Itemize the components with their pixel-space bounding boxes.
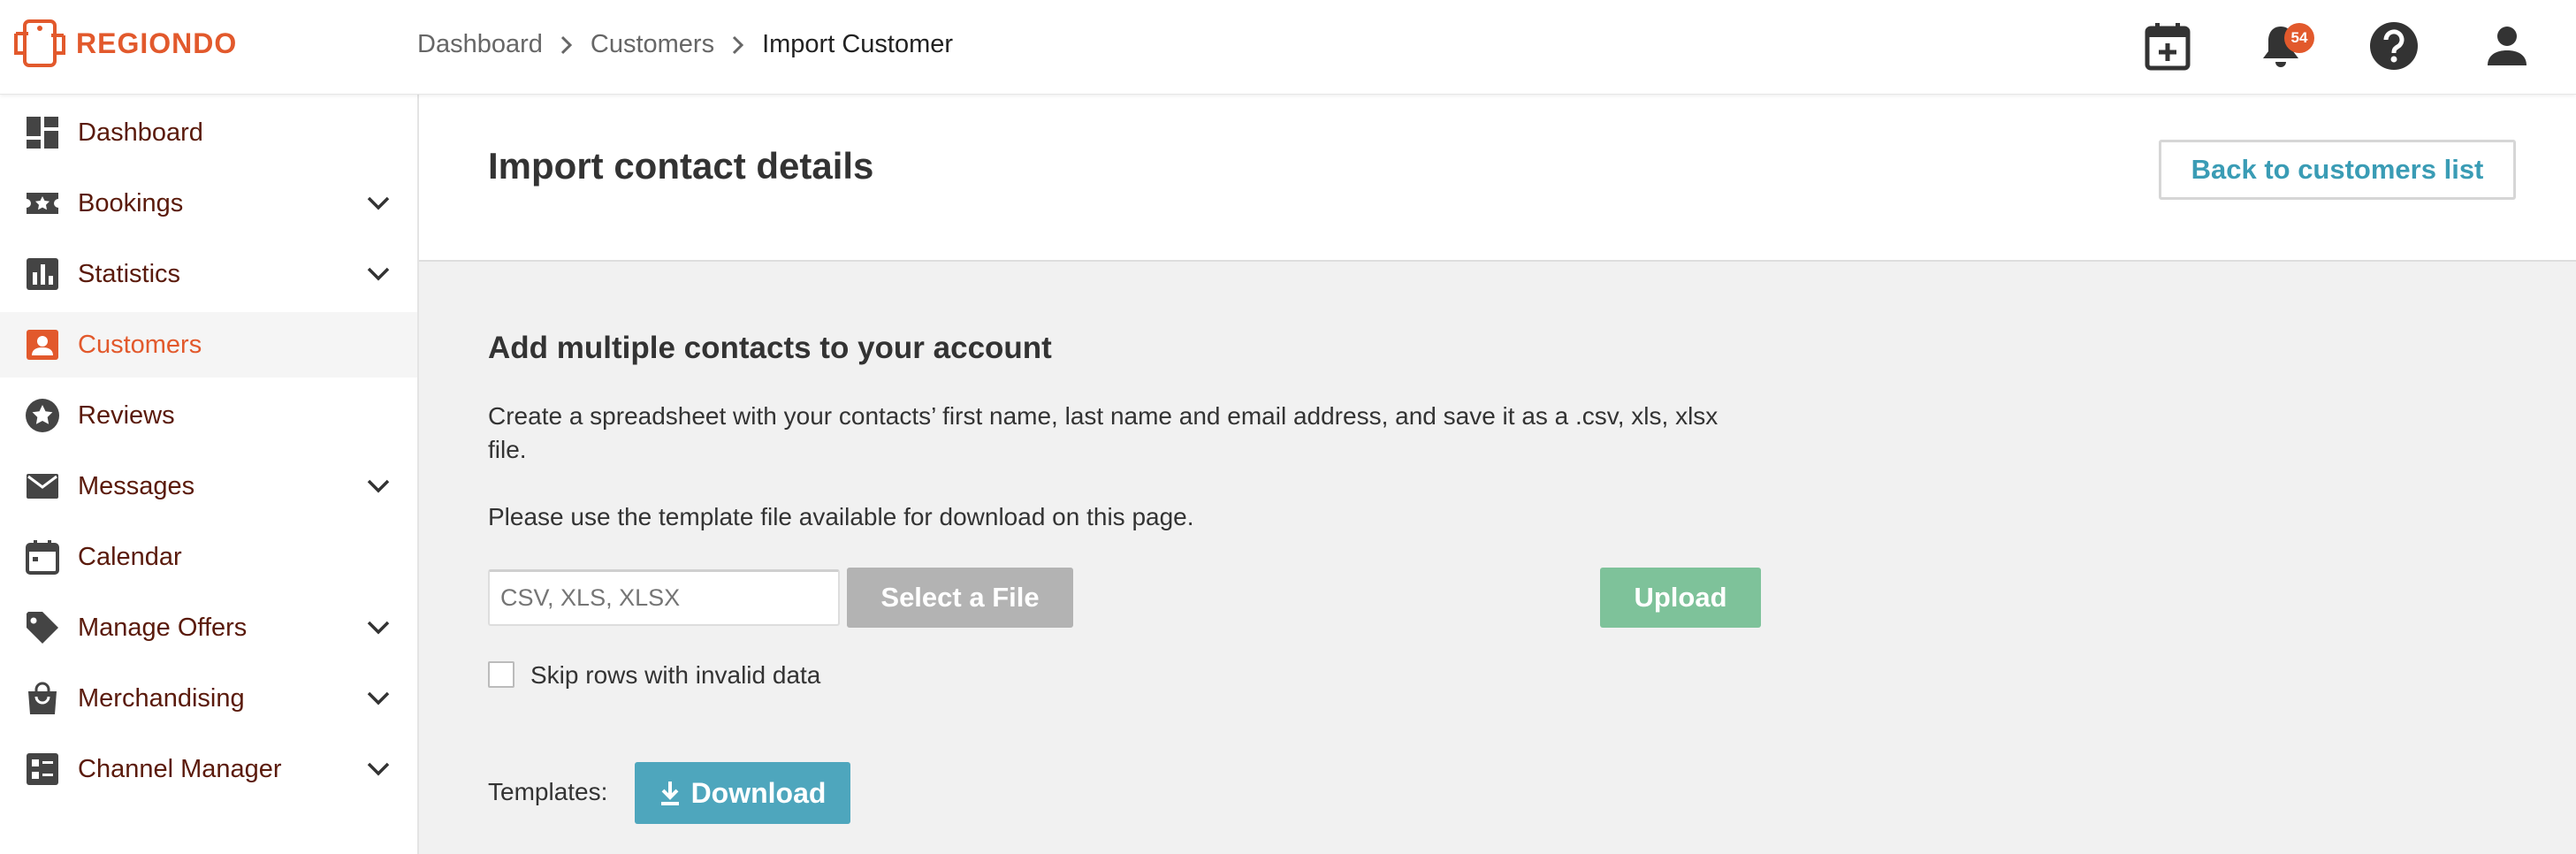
chevron-down-icon <box>367 267 390 281</box>
download-label: Download <box>690 776 827 809</box>
back-to-customers-button[interactable]: Back to customers list <box>2159 140 2516 200</box>
expand-toggle[interactable] <box>362 753 394 785</box>
sidebar-item-label: Messages <box>78 471 195 500</box>
breadcrumb-current: Import Customer <box>762 30 954 58</box>
contact-card-icon <box>23 325 62 364</box>
sidebar-item-reviews[interactable]: Reviews <box>0 383 417 448</box>
chevron-down-icon <box>367 621 390 635</box>
expand-toggle[interactable] <box>362 612 394 644</box>
user-menu-button[interactable] <box>2481 19 2534 72</box>
sidebar-item-dashboard[interactable]: Dashboard <box>0 100 417 165</box>
brand-logo[interactable]: REGIONDO <box>12 16 237 71</box>
section-title: Add multiple contacts to your account <box>488 331 1052 365</box>
sidebar-item-manage-offers[interactable]: Manage Offers <box>0 595 417 660</box>
sidebar-item-label: Channel Manager <box>78 754 282 783</box>
sidebar-item-customers[interactable]: Customers <box>0 312 417 377</box>
sidebar-item-calendar[interactable]: Calendar <box>0 524 417 590</box>
calendar-add-button[interactable] <box>2141 19 2194 72</box>
sidebar-item-bookings[interactable]: Bookings <box>0 171 417 236</box>
chevron-down-icon <box>367 762 390 776</box>
calendar-icon <box>23 538 62 576</box>
page-header: Import contact details Back to customers… <box>419 94 2576 262</box>
sidebar-item-label: Customers <box>78 330 202 359</box>
sidebar-item-label: Manage Offers <box>78 613 248 642</box>
chevron-down-icon <box>367 479 390 493</box>
download-icon <box>660 782 679 805</box>
sidebar-item-label: Merchandising <box>78 683 245 713</box>
expand-toggle[interactable] <box>362 187 394 219</box>
skip-invalid-rows-checkbox[interactable] <box>488 661 514 688</box>
download-template-button[interactable]: Download <box>635 762 850 824</box>
select-file-button[interactable]: Select a File <box>847 568 1073 628</box>
tag-icon <box>23 608 62 647</box>
breadcrumb-dashboard[interactable]: Dashboard <box>417 30 543 59</box>
top-bar: REGIONDO Dashboard Customers Import Cust… <box>0 0 2576 95</box>
dashboard-icon <box>23 113 62 152</box>
import-description: Create a spreadsheet with your contacts’… <box>488 402 1719 463</box>
chevron-right-icon <box>732 35 744 55</box>
sidebar-item-merchandising[interactable]: Merchandising <box>0 666 417 731</box>
expand-toggle[interactable] <box>362 682 394 714</box>
brand-name: REGIONDO <box>76 27 238 59</box>
sidebar-item-label: Reviews <box>78 400 175 430</box>
user-icon <box>2488 27 2526 65</box>
ticket-icon <box>23 184 62 223</box>
templates-label: Templates: <box>488 778 608 805</box>
shopping-bag-icon <box>23 679 62 718</box>
help-icon <box>2370 22 2418 70</box>
sidebar-item-channel-manager[interactable]: Channel Manager <box>0 736 417 802</box>
sidebar-item-label: Dashboard <box>78 118 203 147</box>
regiondo-logo-icon <box>14 19 65 67</box>
sidebar-item-label: Calendar <box>78 542 182 571</box>
chevron-down-icon <box>367 196 390 210</box>
page-title: Import contact details <box>488 145 874 187</box>
calendar-add-icon <box>2145 23 2191 71</box>
sidebar: Dashboard Bookings Statistics Customers Revi… <box>0 94 419 854</box>
notifications-button[interactable]: 54 <box>2254 19 2314 72</box>
breadcrumb: Dashboard Customers Import Customer <box>417 30 953 59</box>
template-note: Please use the template file available f… <box>488 503 1194 530</box>
chevron-down-icon <box>367 691 390 705</box>
star-icon <box>23 396 62 435</box>
sidebar-item-label: Statistics <box>78 259 181 288</box>
sidebar-item-statistics[interactable]: Statistics <box>0 241 417 307</box>
file-name-input[interactable] <box>488 569 840 626</box>
expand-toggle[interactable] <box>362 258 394 290</box>
import-panel: Add multiple contacts to your account Cr… <box>419 262 2576 854</box>
sidebar-item-messages[interactable]: Messages <box>0 454 417 519</box>
upload-button[interactable]: Upload <box>1600 568 1761 628</box>
help-button[interactable] <box>2367 19 2420 72</box>
bar-chart-icon <box>23 255 62 294</box>
skip-invalid-rows-label: Skip rows with invalid data <box>530 661 821 689</box>
notification-badge: 54 <box>2284 23 2314 53</box>
chevron-right-icon <box>560 35 573 55</box>
channel-list-icon <box>23 750 62 789</box>
expand-toggle[interactable] <box>362 470 394 502</box>
mail-icon <box>23 467 62 506</box>
sidebar-item-label: Bookings <box>78 188 184 217</box>
breadcrumb-customers[interactable]: Customers <box>591 30 714 59</box>
